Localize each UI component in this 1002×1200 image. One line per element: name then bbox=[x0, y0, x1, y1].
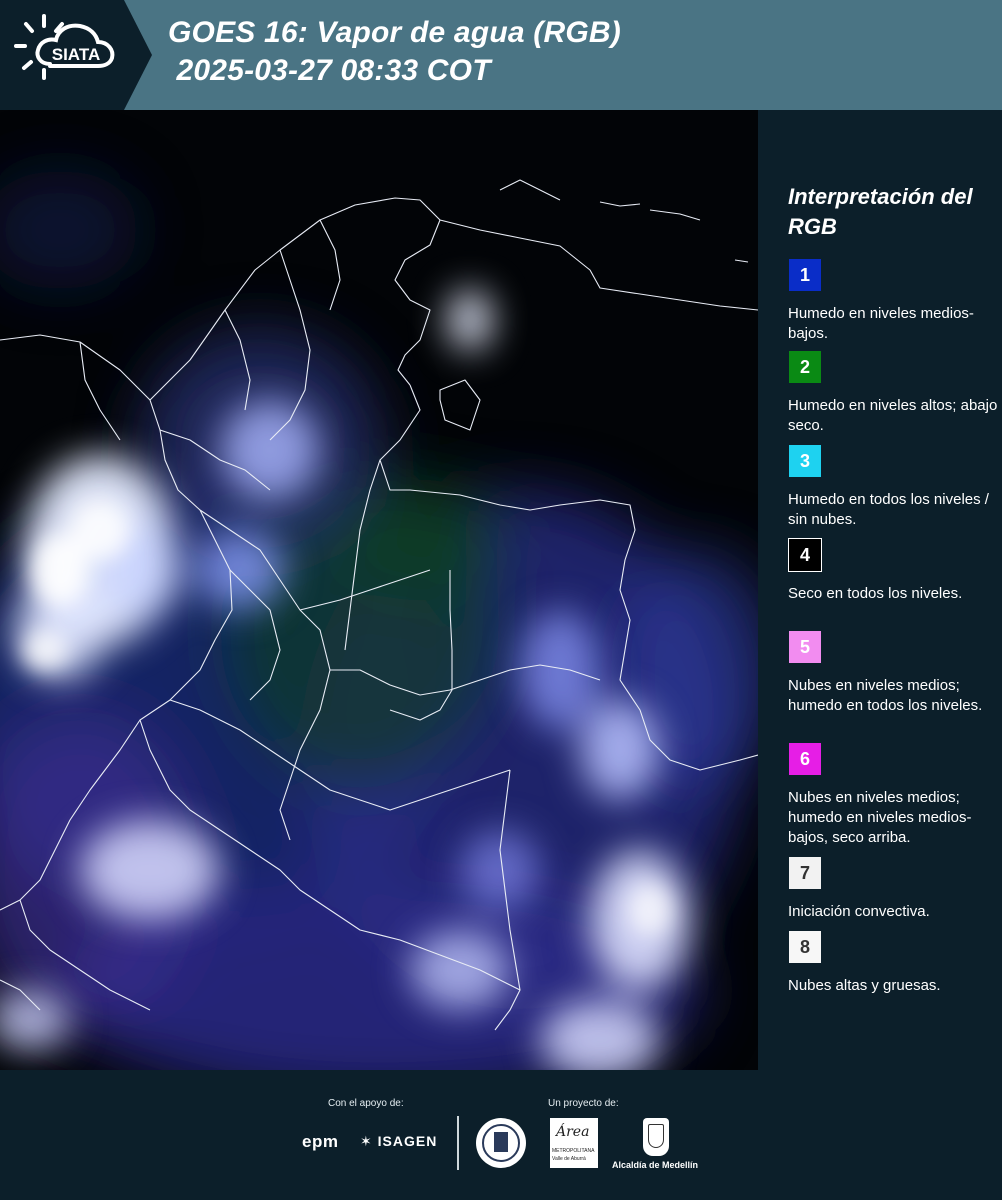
legend-text: Nubes en niveles medios; humedo en todos… bbox=[788, 677, 983, 714]
legend-item: 7 Iniciación convectiva. bbox=[788, 856, 998, 922]
area-metropolitana-logo: Área METROPOLITANA Valle de Aburrá bbox=[550, 1118, 598, 1168]
legend-text: Nubes en niveles medios; humedo en nivel… bbox=[788, 789, 972, 846]
footer-divider bbox=[457, 1116, 459, 1170]
header: SIATA GOES 16: Vapor de agua (RGB) 2025-… bbox=[0, 0, 1002, 110]
area-logo-sub: METROPOLITANA bbox=[552, 1148, 595, 1154]
legend-swatch: 3 bbox=[788, 444, 822, 478]
siata-logo: SIATA bbox=[0, 0, 152, 110]
legend-swatch: 8 bbox=[788, 930, 822, 964]
legend-item: 2 Humedo en niveles altos; abajo seco. bbox=[788, 350, 998, 436]
legend-text: Humedo en niveles medios-bajos. bbox=[788, 305, 974, 342]
area-logo-title: Área bbox=[556, 1124, 590, 1140]
university-seal-icon bbox=[476, 1118, 526, 1168]
legend-text: Humedo en todos los niveles / sin nubes. bbox=[788, 491, 989, 528]
page-title: GOES 16: Vapor de agua (RGB) 2025-03-27 … bbox=[168, 14, 621, 90]
support-label: Con el apoyo de: bbox=[328, 1098, 404, 1109]
alcaldia-label: Alcaldía de Medellín bbox=[612, 1160, 699, 1170]
legend-text: Iniciación convectiva. bbox=[788, 903, 930, 920]
legend-swatch: 5 bbox=[788, 630, 822, 664]
legend-swatch: 4 bbox=[788, 538, 822, 572]
legend-item: 8 Nubes altas y gruesas. bbox=[788, 930, 998, 996]
legend-item: 4 Seco en todos los niveles. bbox=[788, 538, 998, 604]
legend-item: 3 Humedo en todos los niveles / sin nubes… bbox=[788, 444, 998, 530]
isagen-text: ISAGEN bbox=[377, 1133, 438, 1149]
footer: Con el apoyo de: Un proyecto de: epm ✶ I… bbox=[0, 1070, 1002, 1200]
legend-swatch: 7 bbox=[788, 856, 822, 890]
title-line-1: GOES 16: Vapor de agua (RGB) bbox=[168, 16, 621, 49]
legend-text: Seco en todos los niveles. bbox=[788, 585, 963, 602]
logo-text: SIATA bbox=[52, 45, 100, 64]
legend-item: 1 Humedo en niveles medios-bajos. bbox=[788, 258, 998, 344]
legend-panel: Interpretación del RGB 1 Humedo en nivele… bbox=[760, 110, 1002, 1070]
legend-item: 6 Nubes en niveles medios; humedo en nive… bbox=[788, 742, 998, 848]
legend-item: 5 Nubes en niveles medios; humedo en todo… bbox=[788, 630, 998, 716]
legend-swatch: 2 bbox=[788, 350, 822, 384]
satellite-map bbox=[0, 110, 758, 1070]
epm-logo: epm bbox=[302, 1132, 339, 1151]
legend-swatch: 1 bbox=[788, 258, 822, 292]
title-line-2: 2025-03-27 08:33 COT bbox=[168, 54, 491, 87]
project-label: Un proyecto de: bbox=[548, 1098, 619, 1109]
legend-title: Interpretación del RGB bbox=[788, 184, 973, 239]
area-logo-sub2: Valle de Aburrá bbox=[552, 1156, 586, 1162]
legend-text: Nubes altas y gruesas. bbox=[788, 977, 941, 994]
legend-text: Humedo en niveles altos; abajo seco. bbox=[788, 397, 998, 434]
legend-swatch: 6 bbox=[788, 742, 822, 776]
isagen-logo: ✶ ISAGEN bbox=[360, 1133, 438, 1149]
medellin-shield-icon bbox=[643, 1118, 669, 1156]
